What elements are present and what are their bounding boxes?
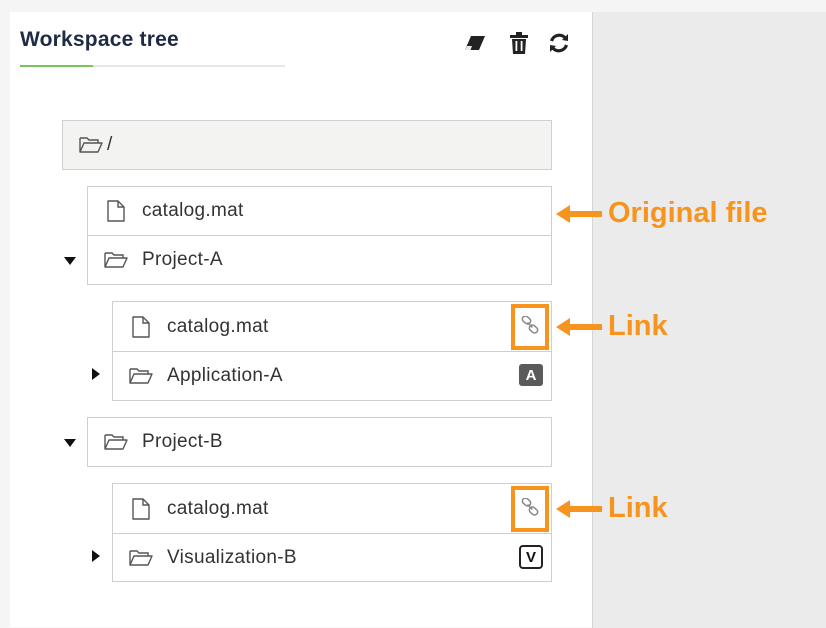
file-label: catalog.mat <box>167 315 269 337</box>
annotation-arrow-icon <box>556 500 602 518</box>
tree-folder-row-visualization-b[interactable]: Visualization-B V <box>112 533 552 582</box>
eraser-icon <box>463 34 487 52</box>
folder-label: Application-A <box>167 365 283 386</box>
caret-right-icon <box>92 549 100 567</box>
tree-root-label: / <box>107 134 113 155</box>
tree-file-row-catalog[interactable]: catalog.mat <box>87 186 552 236</box>
tree-folder-row-project-a[interactable]: Project-A <box>87 235 552 285</box>
folder-open-icon <box>129 546 153 570</box>
folder-label: Project-A <box>142 249 223 270</box>
expand-toggle-project-a[interactable] <box>63 254 77 268</box>
file-icon <box>129 497 153 521</box>
annotation-arrow-icon <box>556 318 602 336</box>
tree-file-row-catalog-link[interactable]: catalog.mat <box>112 301 552 352</box>
tree-root-row[interactable]: / <box>62 120 552 170</box>
refresh-button[interactable] <box>546 30 572 56</box>
title-underline-accent <box>20 65 93 67</box>
title-underline <box>20 65 285 67</box>
link-indicator-project-a[interactable] <box>511 304 549 350</box>
annotation-original-file: Original file <box>608 197 768 229</box>
eraser-button[interactable] <box>462 30 488 56</box>
tree-folder-row-project-b[interactable]: Project-B <box>87 417 552 467</box>
link-indicator-project-b[interactable] <box>511 486 549 532</box>
expand-toggle-application-a[interactable] <box>89 367 103 385</box>
tree-folder-row-application-a[interactable]: Application-A A <box>112 351 552 401</box>
panel-title: Workspace tree <box>20 28 179 51</box>
file-label: catalog.mat <box>142 200 244 221</box>
link-icon <box>521 314 539 339</box>
folder-label: Visualization-B <box>167 546 297 568</box>
expand-toggle-project-b[interactable] <box>63 436 77 450</box>
visualization-badge: V <box>519 545 543 569</box>
trash-icon <box>510 32 528 54</box>
caret-down-icon <box>64 434 76 452</box>
tree-file-row-catalog-link[interactable]: catalog.mat <box>112 483 552 534</box>
file-label: catalog.mat <box>167 497 269 519</box>
folder-label: Project-B <box>142 431 223 452</box>
folder-open-icon <box>79 133 103 157</box>
annotation-link: Link <box>608 310 668 342</box>
caret-right-icon <box>92 367 100 385</box>
file-icon <box>104 199 128 223</box>
annotation-link: Link <box>608 492 668 524</box>
application-badge: A <box>519 364 543 386</box>
delete-button[interactable] <box>506 30 532 56</box>
link-icon <box>521 496 539 521</box>
caret-down-icon <box>64 252 76 270</box>
annotation-arrow-icon <box>556 205 602 223</box>
folder-open-icon <box>104 248 128 272</box>
folder-open-icon <box>129 364 153 388</box>
refresh-icon <box>548 32 570 54</box>
folder-open-icon <box>104 430 128 454</box>
expand-toggle-visualization-b[interactable] <box>89 549 103 567</box>
file-icon <box>129 315 153 339</box>
